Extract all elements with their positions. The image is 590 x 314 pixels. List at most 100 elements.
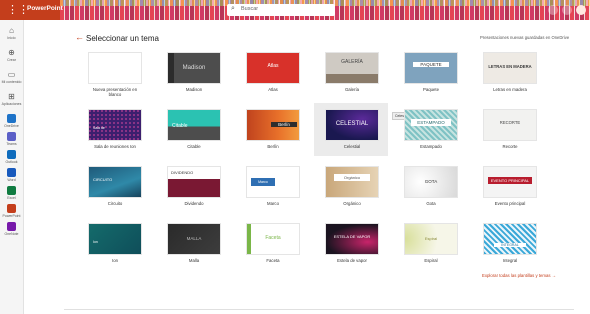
rail-item-home[interactable]: ⌂ Inicio <box>0 26 23 44</box>
theme-thumbnail: Espiral <box>405 224 457 254</box>
theme-thumbnail: Citable <box>168 110 220 140</box>
rail-item-onedrive[interactable]: OneDrive <box>0 114 23 132</box>
theme-tile-madison[interactable]: Madison Madison <box>168 53 220 92</box>
theme-tile-evento-principal[interactable]: EVENTO PRINCIPAL Evento principal <box>484 167 536 206</box>
theme-tile-malla[interactable]: MALLA Malla <box>168 224 220 263</box>
theme-name: Recorte <box>502 144 518 149</box>
theme-tile-faceta[interactable]: Faceta Faceta <box>247 224 299 263</box>
theme-thumbnail: CIRCUITO <box>89 167 141 197</box>
outlook-icon <box>7 150 16 159</box>
rail-item-apps[interactable]: ⊞ Aplicaciones <box>0 92 23 110</box>
theme-tile-espiral[interactable]: Espiral Espiral <box>405 224 457 263</box>
theme-thumbnail: Madison <box>168 53 220 83</box>
theme-name: Espiral <box>424 258 438 263</box>
theme-thumbnail: DIVIDENDO <box>168 167 220 197</box>
theme-thumbnail: ESTAMPADO <box>405 110 457 140</box>
theme-name: Orgánico <box>343 201 361 206</box>
title-bar: ⋮⋮ PowerPoint ⌕ Buscar <box>0 0 590 20</box>
app-launcher-icon[interactable]: ⋮⋮ <box>7 4 29 16</box>
theme-name: Nueva presentación en blanco <box>92 87 138 97</box>
theme-name: Estela de vapor <box>337 258 367 263</box>
rail-item-powerpoint[interactable]: PowerPoint <box>0 204 23 222</box>
theme-tile-sala-ion[interactable]: Sala de Sala de reuniones Ion <box>89 110 141 149</box>
page-title: Seleccionar un tema <box>86 34 159 43</box>
theme-tile-atlas[interactable]: Atlas Atlas <box>247 53 299 92</box>
rail-item-create[interactable]: ⊕ Crear <box>0 48 23 66</box>
theme-tile-dividendo[interactable]: DIVIDENDO Dividendo <box>168 167 220 206</box>
folder-icon: ▭ <box>7 70 16 79</box>
theme-tile-estela-vapor[interactable]: ESTELA DE VAPOR Estela de vapor <box>326 224 378 263</box>
theme-thumbnail: Marco <box>247 167 299 197</box>
theme-thumbnail: Berlín <box>247 110 299 140</box>
theme-thumbnail: CELESTIAL <box>326 110 378 140</box>
theme-name: Citable <box>187 144 201 149</box>
theme-name: Gota <box>426 201 436 206</box>
theme-name: Letras en madera <box>493 87 527 92</box>
theme-name: Estampado <box>420 144 442 149</box>
settings-icon[interactable] <box>548 5 558 15</box>
rail-item-onenote[interactable]: OneNote <box>0 222 23 240</box>
search-box[interactable]: ⌕ Buscar <box>227 4 335 16</box>
theme-name: Galería <box>344 87 360 92</box>
theme-tile-recorte[interactable]: RECORTE Recorte <box>484 110 536 149</box>
theme-thumbnail: LETRAS EN MADERA <box>484 53 536 83</box>
theme-name: Madison <box>185 87 203 92</box>
theme-tile-integral[interactable]: INTEGRAL Integral <box>484 224 536 263</box>
theme-tile-marco[interactable]: Marco Marco <box>247 167 299 206</box>
theme-tile-celestial[interactable]: CELESTIAL Celestial <box>326 110 378 149</box>
theme-tile-blank[interactable]: Nueva presentación en blanco <box>89 53 141 97</box>
theme-name: Dividendo <box>184 201 204 206</box>
theme-thumbnail: RECORTE <box>484 110 536 140</box>
theme-tile-ion[interactable]: Ion Ion <box>89 224 141 263</box>
rail-item-word[interactable]: Word <box>0 168 23 186</box>
rail-item-outlook[interactable]: Outlook <box>0 150 23 168</box>
theme-name: Sala de reuniones Ion <box>94 144 136 149</box>
theme-name: Atlas <box>268 87 278 92</box>
theme-tile-berlin[interactable]: Berlín Berlín <box>247 110 299 149</box>
theme-name: Integral <box>502 258 518 263</box>
theme-tile-organico[interactable]: Orgánico Orgánico <box>326 167 378 206</box>
rail-item-teams[interactable]: Teams <box>0 132 23 150</box>
theme-name: Celestial <box>343 144 361 149</box>
theme-tile-galeria[interactable]: GALERÍA Galería <box>326 53 378 92</box>
theme-thumbnail: MALLA <box>168 224 220 254</box>
search-icon: ⌕ <box>231 5 235 12</box>
teams-icon <box>7 132 16 141</box>
theme-name: Evento principal <box>494 201 526 206</box>
theme-name: Marco <box>267 201 279 206</box>
theme-name: Paquete <box>422 87 439 92</box>
onenote-icon <box>7 222 16 231</box>
theme-name: Ion <box>112 258 118 263</box>
theme-tile-letras-madera[interactable]: LETRAS EN MADERA Letras en madera <box>484 53 536 92</box>
rail-item-content[interactable]: ▭ Mi contenido <box>0 70 23 88</box>
theme-tile-citable[interactable]: Citable Citable <box>168 110 220 149</box>
theme-tile-gota[interactable]: GOTA Gota <box>405 167 457 206</box>
theme-thumbnail: INTEGRAL <box>484 224 536 254</box>
search-input[interactable]: Buscar <box>241 6 258 12</box>
back-arrow-icon[interactable]: ← <box>75 32 84 42</box>
theme-thumbnail <box>89 53 141 83</box>
theme-tile-circuito[interactable]: CIRCUITO Circuito <box>89 167 141 206</box>
powerpoint-icon <box>7 204 16 213</box>
rail-item-excel[interactable]: Excel <box>0 186 23 204</box>
theme-tile-paquete[interactable]: PAQUETE Paquete <box>405 53 457 92</box>
app-name[interactable]: PowerPoint <box>27 5 63 12</box>
theme-thumbnail: Atlas <box>247 53 299 83</box>
word-icon <box>7 168 16 177</box>
onedrive-icon <box>7 114 16 123</box>
apps-icon: ⊞ <box>8 92 15 101</box>
avatar[interactable] <box>576 5 586 15</box>
theme-thumbnail: Orgánico <box>326 167 378 197</box>
divider <box>64 309 574 310</box>
theme-thumbnail: PAQUETE <box>405 53 457 83</box>
save-location-note: Presentaciones nuevas guardadas en OneDr… <box>480 35 570 40</box>
excel-icon <box>7 186 16 195</box>
theme-tile-estampado[interactable]: ESTAMPADO Estampado <box>405 110 457 149</box>
home-icon: ⌂ <box>9 26 14 35</box>
create-icon: ⊕ <box>8 48 15 57</box>
theme-name: Circuito <box>107 201 123 206</box>
help-icon[interactable] <box>562 5 572 15</box>
explore-templates-link[interactable]: Explorar todas las plantillas y temas → <box>482 273 556 278</box>
theme-thumbnail: GALERÍA <box>326 53 378 83</box>
theme-name: Faceta <box>266 258 280 263</box>
